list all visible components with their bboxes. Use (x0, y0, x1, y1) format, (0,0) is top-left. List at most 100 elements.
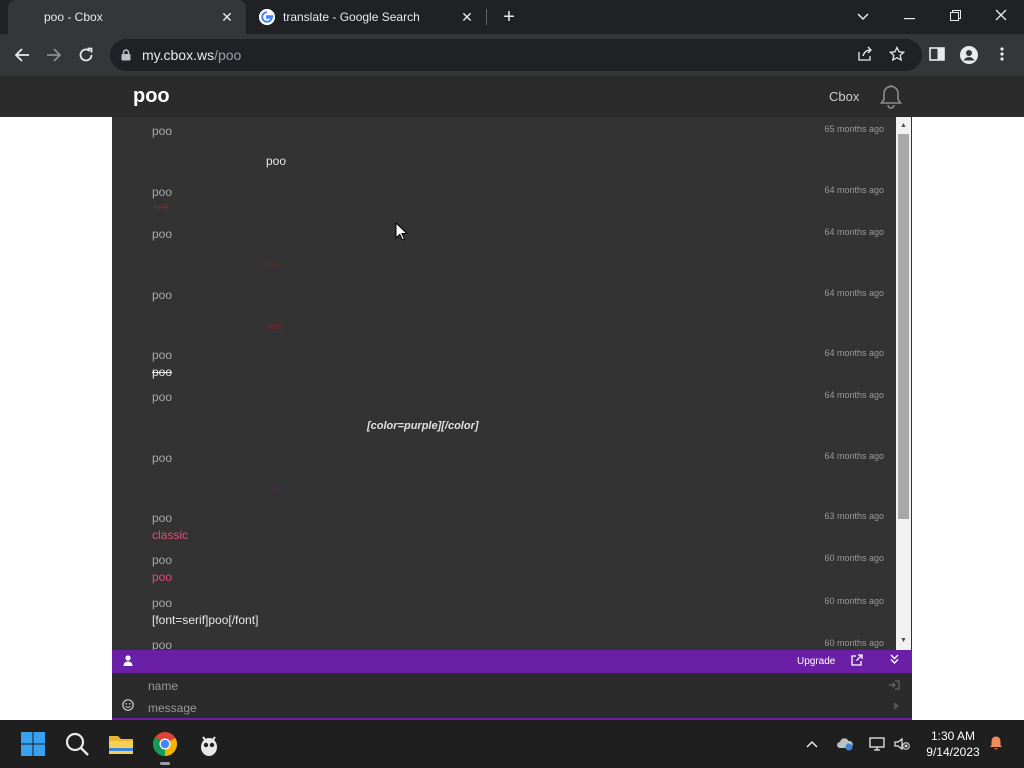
message-author[interactable]: poo (152, 390, 172, 404)
url-path: /poo (214, 47, 242, 63)
back-button[interactable] (9, 42, 35, 68)
show-hidden-icons-chevron-icon[interactable] (804, 734, 820, 754)
notification-bell-icon[interactable] (988, 734, 1004, 754)
message-time: 65 months ago (824, 124, 884, 134)
reload-button[interactable] (73, 42, 99, 68)
chat-message: poo 64 months ago [color=purple][/color] (152, 390, 884, 442)
clock-time: 1:30 AM (930, 729, 976, 743)
message-author[interactable]: poo (152, 638, 172, 650)
page-title: poo (133, 85, 170, 107)
windows-start-icon[interactable] (17, 728, 49, 760)
scroll-up-arrow-icon[interactable]: ▲ (898, 121, 909, 131)
chat-message: poo 64 months ago test (152, 185, 884, 225)
user-icon[interactable] (123, 655, 135, 667)
menu-kebab-icon[interactable] (993, 46, 1011, 64)
popout-icon[interactable] (851, 654, 865, 668)
tab-separator (486, 9, 487, 25)
message-time: 63 months ago (824, 511, 884, 521)
message-text: test (266, 260, 281, 270)
message-author[interactable]: poo (152, 553, 172, 567)
tab-cbox[interactable]: poo - Cbox ✕ (8, 0, 246, 34)
chat-message: poo 63 months ago classic (152, 511, 884, 551)
restore-button[interactable] (932, 0, 978, 34)
forward-button[interactable] (41, 42, 67, 68)
message-text: test (268, 484, 283, 494)
notification-bell-icon[interactable] (879, 84, 903, 110)
side-panel-icon[interactable] (928, 46, 946, 64)
cbox-link[interactable]: Cbox (829, 89, 859, 104)
message-time: 64 months ago (824, 227, 884, 237)
tab-strip: poo - Cbox ✕ translate - Google Search ✕… (0, 0, 1024, 34)
login-icon[interactable] (888, 680, 902, 692)
tab-close-icon[interactable]: ✕ (458, 8, 476, 26)
upgrade-link[interactable]: Upgrade (797, 656, 835, 667)
close-window-button[interactable] (978, 0, 1024, 34)
chat-message: poo 64 months ago test (152, 451, 884, 503)
message-author[interactable]: poo (152, 124, 172, 138)
tab-title: poo - Cbox (44, 10, 103, 24)
message-text: test (154, 202, 169, 212)
tab-search-chevron-icon[interactable] (840, 0, 886, 34)
display-icon[interactable] (868, 734, 886, 754)
tab-google-search[interactable]: translate - Google Search ✕ (250, 0, 486, 34)
message-author[interactable]: poo (152, 288, 172, 302)
message-time: 60 months ago (824, 553, 884, 563)
message-author[interactable]: poo (152, 451, 172, 465)
message-author[interactable]: poo (152, 185, 172, 199)
chat-form (112, 673, 912, 720)
name-input[interactable] (148, 678, 878, 694)
page-header: poo Cbox (0, 76, 1024, 117)
emoji-icon[interactable] (122, 699, 136, 713)
file-explorer-icon[interactable] (105, 728, 137, 760)
mouse-cursor-icon (395, 221, 409, 241)
url-host: my.cbox.ws (142, 47, 215, 63)
address-bar[interactable]: my.cbox.ws/poo (110, 39, 922, 71)
bookmark-star-icon[interactable] (888, 45, 906, 64)
message-author[interactable]: poo (152, 348, 172, 362)
new-tab-button[interactable]: + (498, 6, 520, 28)
chat-message: poo 64 months ago poo (152, 348, 884, 388)
onedrive-cloud-icon[interactable] (836, 734, 854, 754)
message-author[interactable]: poo (152, 596, 172, 610)
message-author[interactable]: poo (152, 227, 172, 241)
tab-title: translate - Google Search (283, 10, 420, 24)
scrollbar-thumb[interactable] (898, 134, 909, 519)
message-text: poo (152, 570, 173, 584)
message-text: [color=purple][/color] (367, 420, 479, 432)
send-arrow-icon[interactable] (894, 702, 902, 714)
message-time: 64 months ago (824, 451, 884, 461)
scroll-down-arrow-icon[interactable]: ▼ (898, 636, 909, 646)
search-icon[interactable] (61, 728, 93, 760)
message-text: poo (152, 365, 173, 379)
chat-message: poo 64 months ago test (152, 227, 884, 279)
chat-message: poo 60 months ago [font=serif]poo[/font] (152, 596, 884, 636)
message-input[interactable] (148, 700, 878, 716)
message-text: poo (266, 154, 287, 168)
minimize-button[interactable] (886, 0, 932, 34)
message-time: 64 months ago (824, 348, 884, 358)
chat-message: poo 60 months ago (152, 638, 884, 650)
message-time: 60 months ago (824, 638, 884, 648)
taskbar-clock[interactable]: 1:30 AM 9/14/2023 (918, 728, 988, 760)
share-icon[interactable] (856, 46, 874, 64)
message-text: classic (152, 528, 189, 542)
app-character-icon[interactable] (193, 728, 225, 760)
chat-message: poo 65 months ago poo (152, 124, 884, 176)
chat-message: poo 60 months ago poo (152, 553, 884, 593)
chrome-icon[interactable] (149, 728, 181, 765)
volume-muted-icon[interactable] (893, 734, 911, 754)
lock-icon (121, 49, 131, 61)
chat-toolbar: Upgrade (112, 650, 912, 673)
collapse-chevron-icon[interactable] (890, 654, 902, 668)
chat-messages[interactable]: poo 65 months ago poo poo 64 months ago … (112, 117, 912, 650)
clock-date: 9/14/2023 (926, 745, 980, 759)
message-time: 64 months ago (824, 185, 884, 195)
message-time: 60 months ago (824, 596, 884, 606)
chat-message: poo 64 months ago test (152, 288, 884, 340)
tab-close-icon[interactable]: ✕ (218, 8, 236, 26)
message-author[interactable]: poo (152, 511, 172, 525)
screen: poo - Cbox ✕ translate - Google Search ✕… (0, 0, 1024, 768)
message-text: test (268, 321, 283, 331)
google-favicon-icon (259, 9, 275, 25)
profile-avatar-icon[interactable] (960, 46, 978, 64)
